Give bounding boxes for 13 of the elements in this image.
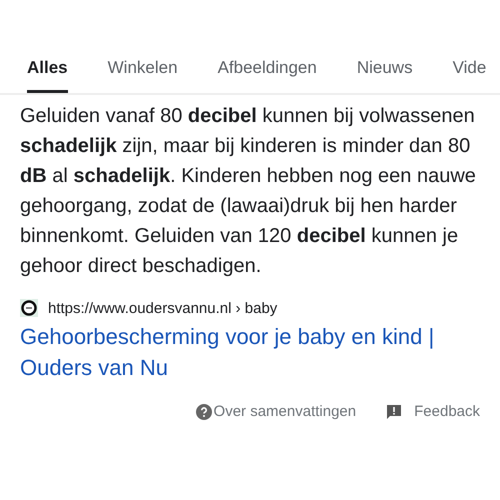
feedback-link[interactable]: Feedback	[386, 403, 480, 420]
search-tab[interactable]: Nieuws	[356, 58, 413, 93]
result-link[interactable]: Gehoorbescherming voor je baby en kind | Ouders van Nu	[20, 321, 480, 383]
site-favicon-icon	[20, 299, 38, 317]
search-tab[interactable]: Winkelen	[108, 58, 178, 93]
search-tab[interactable]: Vide	[452, 58, 486, 93]
search-tab[interactable]: Alles	[27, 58, 68, 93]
help-icon	[196, 404, 212, 420]
search-tab[interactable]: Afbeeldingen	[218, 58, 317, 93]
answer-paragraph: Geluiden vanaf 80 decibel kunnen bij volwassenen schadelijk zijn, maar bij kinderen is minder dan 80 dB al schadelijk. Kinderen hebben nog een nauwe gehoorgang, zodat de (lawaai)druk bij hen harder binnenkomt. Geluiden van 120 decibel kunnen je gehoor direct beschadigen.	[20, 104, 477, 279]
about-summaries-link[interactable]: Over samenvattingen	[196, 403, 356, 420]
source-url: https://www.oudersvannu.nl › baby	[48, 300, 278, 316]
feedback-icon	[386, 404, 402, 420]
